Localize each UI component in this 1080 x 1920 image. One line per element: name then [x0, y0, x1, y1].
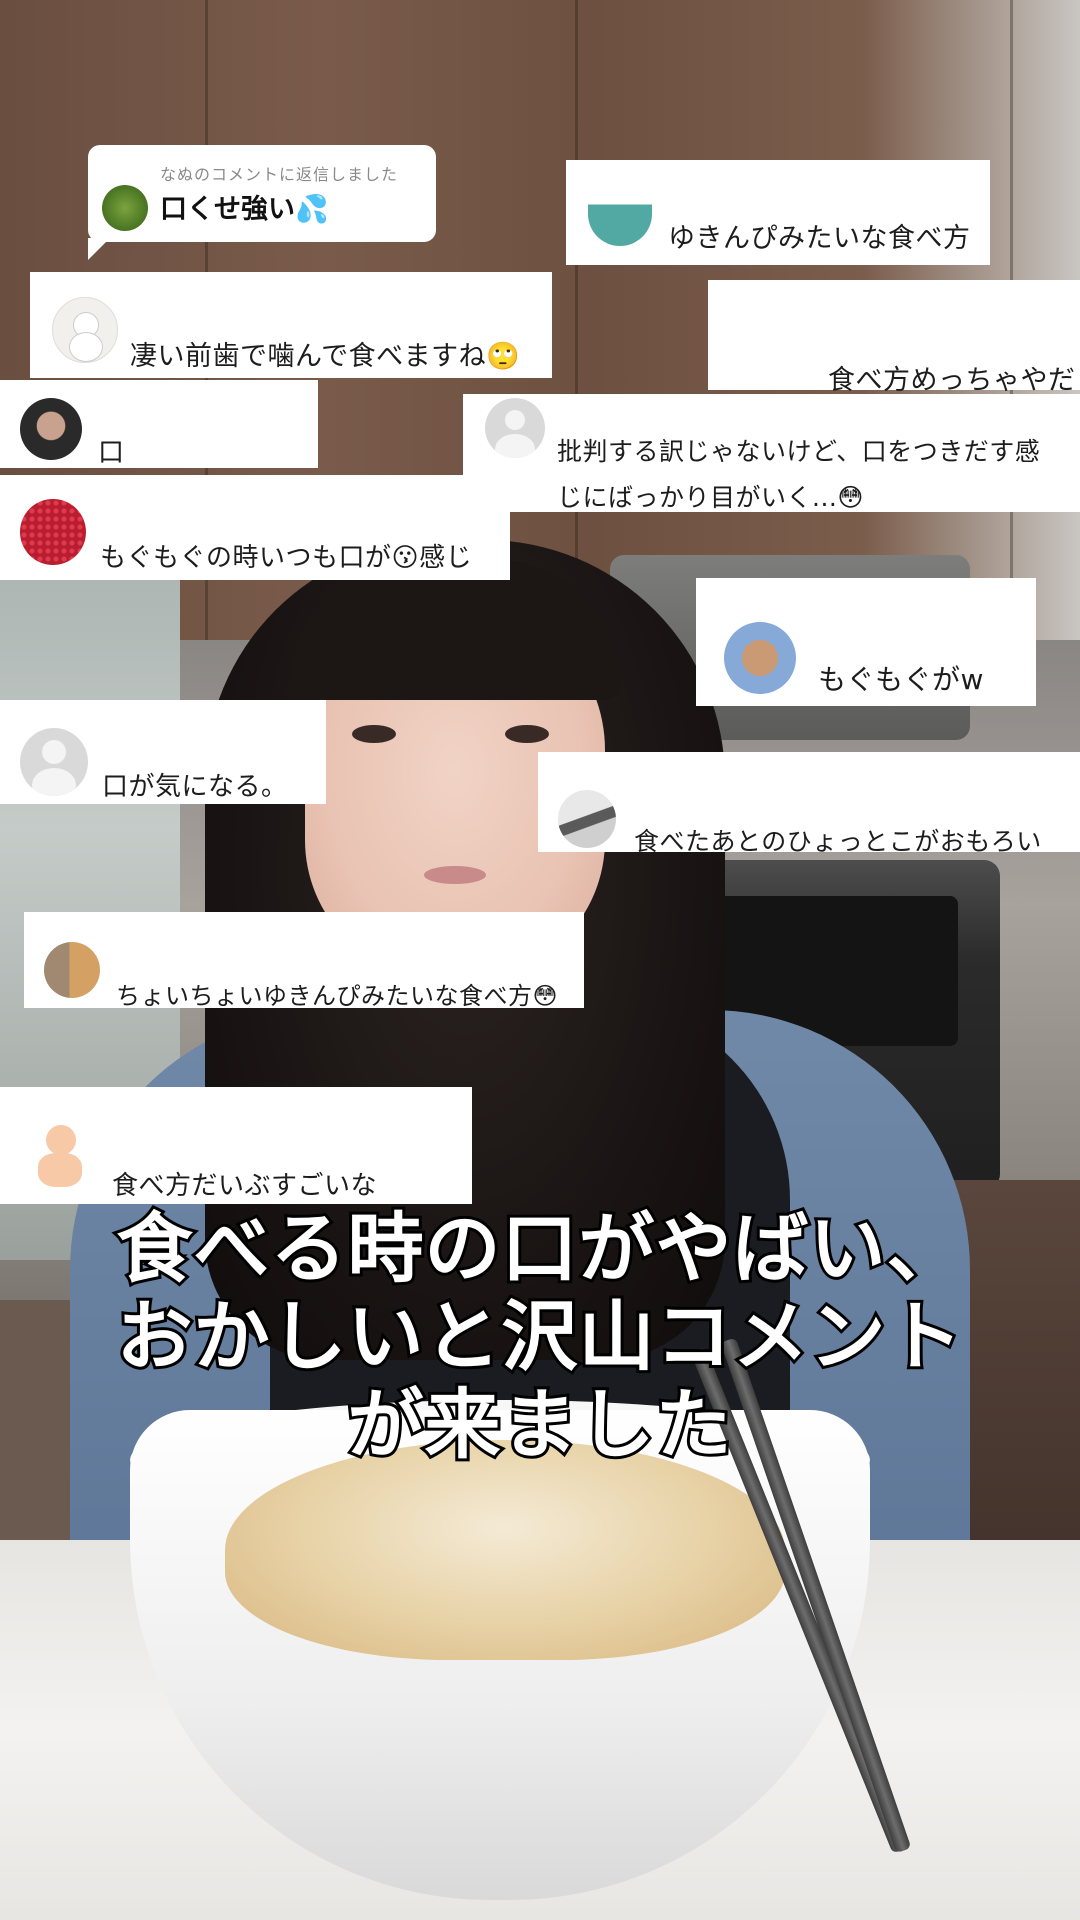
comment-text: 批判する訳じゃないけど、口をつきだす感: [557, 437, 1041, 466]
face-photo-avatar-icon: [724, 622, 796, 694]
comment-text: 食べたあとのひょっとこがおもろい: [634, 827, 1042, 856]
video-caption: 食べる時の口がやばい、 おかしいと沢山コメント が来ました: [0, 1202, 1080, 1472]
comment-card[interactable]: 食べたあとのひょっとこがおもろい: [538, 752, 1080, 856]
cabinet-seam: [575, 0, 578, 640]
reply-comment-text: 口くせ強い💦: [160, 194, 329, 225]
default-user-avatar-icon: [20, 728, 88, 796]
default-user-avatar-icon: [485, 398, 545, 458]
comment-card[interactable]: ちょいちょいゆきんぴみたいな食べ方😳: [24, 912, 584, 1010]
snowman-avatar-icon: [52, 297, 118, 363]
reply-label: なぬのコメントに返信しました: [160, 165, 399, 184]
comment-card[interactable]: 批判する訳じゃないけど、口をつきだす感 じにばっかり目がいく...😳: [463, 394, 1080, 512]
person-photo-avatar-icon: [20, 398, 82, 460]
comment-text: 凄い前歯で噛んで食べますね🙄: [130, 341, 521, 372]
teal-avatar-icon: [588, 182, 652, 246]
person-lips: [424, 866, 486, 884]
caption-line: が来ました: [345, 1378, 735, 1472]
comment-text: 口: [98, 438, 125, 468]
car-avatar-icon: [558, 790, 616, 848]
moss-avatar-icon: [102, 185, 148, 231]
baby-avatar-icon: [24, 1119, 96, 1191]
comment-card[interactable]: 食べ方だいぶすごいな: [0, 1087, 472, 1204]
comment-text: 食べ方だいぶすごいな: [112, 1171, 378, 1201]
person-eye: [505, 725, 549, 743]
caption-line: おかしいと沢山コメント: [114, 1290, 966, 1384]
comment-text: ゆきんぴみたいな食べ方: [668, 223, 971, 254]
chicken-rice-food: [225, 1440, 785, 1660]
red-pattern-avatar-icon: [20, 499, 86, 565]
comment-text: ちょいちょいゆきんぴみたいな食べ方😳: [116, 982, 559, 1010]
person-eye: [352, 725, 396, 743]
reply-comment-bubble[interactable]: なぬのコメントに返信しました 口くせ強い💦: [88, 145, 436, 260]
comment-card[interactable]: 凄い前歯で噛んで食べますね🙄: [30, 272, 552, 378]
comment-card[interactable]: 口: [0, 380, 318, 468]
caption-line: 食べる時の口がやばい、: [114, 1202, 966, 1296]
comment-card[interactable]: 口が気になる。: [0, 700, 326, 804]
comment-card[interactable]: もぐもぐがw: [696, 578, 1036, 706]
comment-text: じにばっかり目がいく...😳: [557, 483, 864, 512]
comment-text: もぐもぐの時いつも口が😗感じ: [100, 543, 473, 573]
comment-text: 食べ方めっちゃやだ: [828, 365, 1076, 396]
cartoon-avatar-icon: [44, 942, 100, 998]
comment-card[interactable]: 食べ方めっちゃやだ: [708, 280, 1080, 396]
blank-avatar-icon: [736, 320, 792, 376]
comment-card[interactable]: ゆきんぴみたいな食べ方: [566, 160, 990, 265]
comment-card[interactable]: もぐもぐの時いつも口が😗感じ: [0, 475, 510, 580]
comment-text: もぐもぐがw: [818, 663, 984, 696]
comment-text: 口が気になる。: [102, 772, 288, 802]
